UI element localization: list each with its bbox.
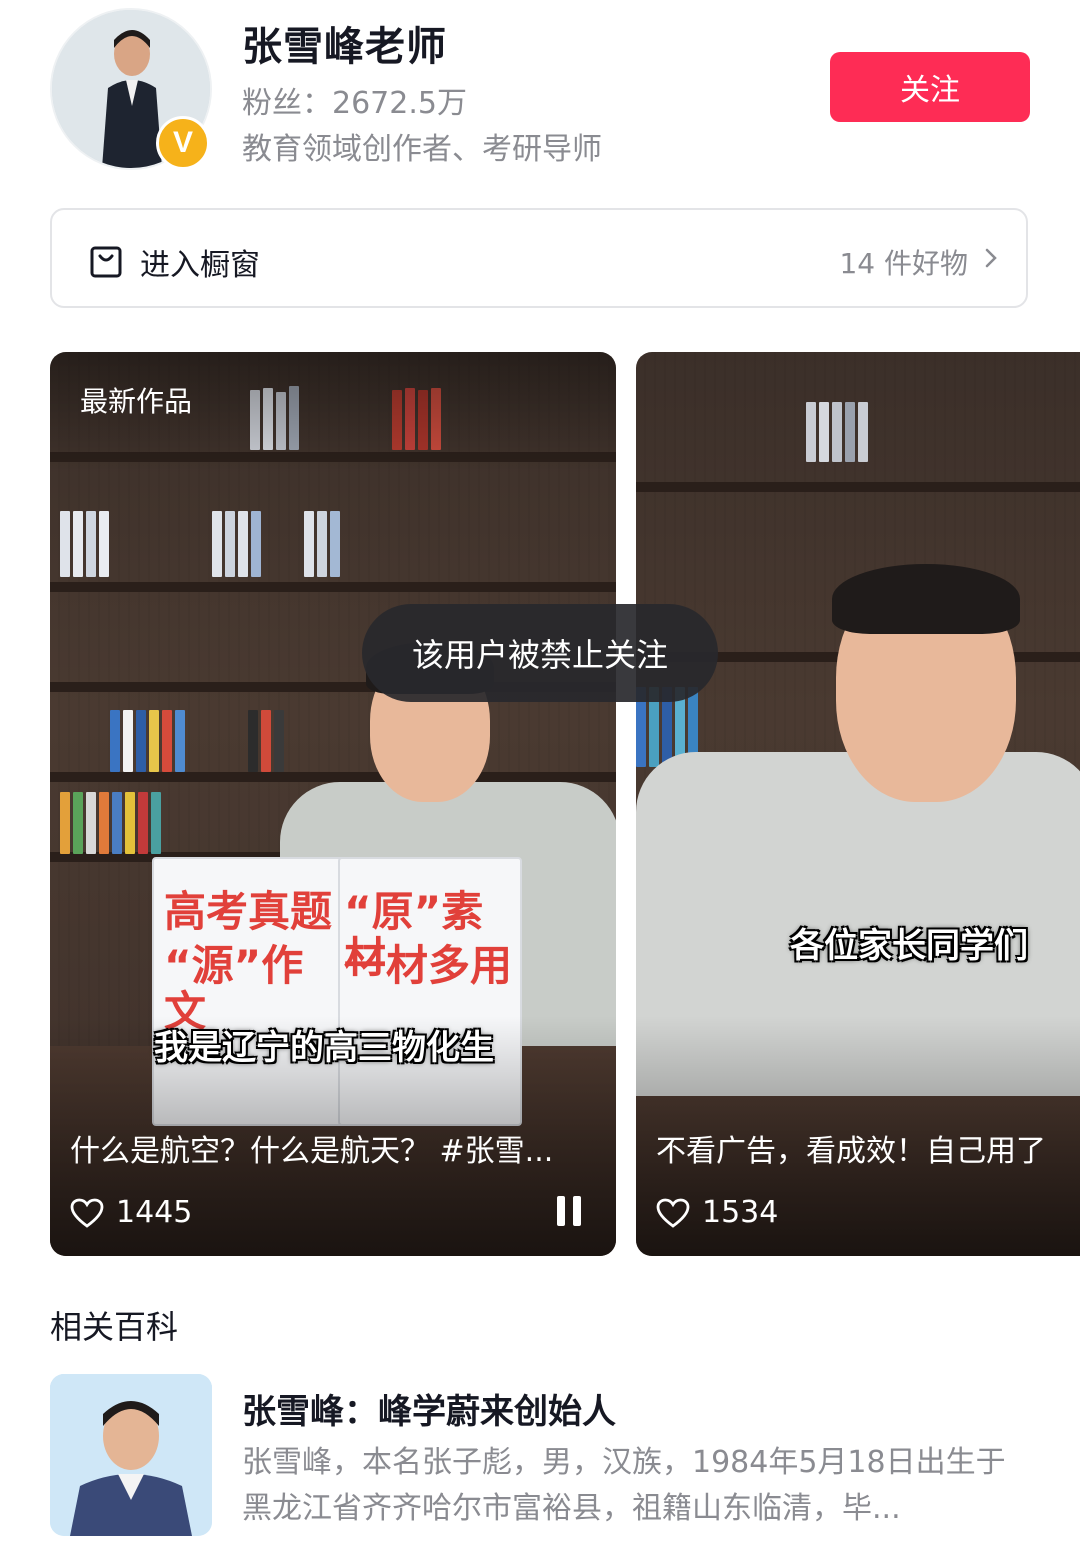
profile-avatar[interactable]: V xyxy=(50,8,212,170)
like-count: 1445 xyxy=(116,1195,193,1230)
heart-icon xyxy=(70,1198,104,1228)
related-section-title: 相关百科 xyxy=(50,1308,179,1346)
verified-badge-icon: V xyxy=(156,116,210,170)
chevron-right-icon xyxy=(985,248,997,268)
encyclopedia-thumbnail[interactable] xyxy=(50,1374,212,1536)
encyclopedia-title[interactable]: 张雪峰：峰学蔚来创始人 xyxy=(242,1384,616,1433)
heart-icon xyxy=(656,1198,690,1228)
pause-icon[interactable] xyxy=(552,1194,586,1228)
like-count: 1534 xyxy=(702,1195,779,1230)
showcase-label: 进入橱窗 xyxy=(140,248,260,283)
video-subtitle: 各位家长同学们 xyxy=(790,926,1028,966)
showcase-entry[interactable]: 进入橱窗 14 件好物 xyxy=(50,208,1028,308)
follow-button[interactable]: 关注 xyxy=(830,52,1030,122)
fans-count: 粉丝：2672.5万 xyxy=(242,86,467,121)
video-title: 不看广告，看成效！自己用了 xyxy=(656,1134,1046,1169)
video-thumbnail xyxy=(636,352,1080,1256)
showcase-count: 14 件好物 xyxy=(839,247,968,280)
shopping-bag-icon xyxy=(90,246,122,278)
profile-description: 教育领域创作者、考研导师 xyxy=(242,132,602,167)
encyclopedia-portrait-image xyxy=(50,1374,212,1536)
like-stat: 1445 xyxy=(70,1195,192,1230)
profile-name: 张雪峰老师 xyxy=(242,24,447,70)
toast-message: 该用户被禁止关注 xyxy=(362,604,718,702)
video-card-latest[interactable]: 高考真题 “源”作文 “原”素材 一材多用 最新作品 我是辽宁的高三物化生 什么… xyxy=(50,352,616,1256)
video-thumbnail: 高考真题 “源”作文 “原”素材 一材多用 xyxy=(50,352,616,1256)
video-title: 什么是航空？什么是航天？ #张雪... xyxy=(70,1134,554,1169)
latest-works-tag: 最新作品 xyxy=(80,385,193,418)
video-card[interactable]: 各位家长同学们 不看广告，看成效！自己用了 1534 xyxy=(636,352,1080,1256)
encyclopedia-summary: 张雪峰，本名张子彪，男，汉族，1984年5月18日出生于黑龙江省齐齐哈尔市富裕县… xyxy=(242,1445,1006,1526)
like-stat: 1534 xyxy=(656,1195,778,1230)
video-subtitle: 我是辽宁的高三物化生 xyxy=(154,1028,494,1068)
